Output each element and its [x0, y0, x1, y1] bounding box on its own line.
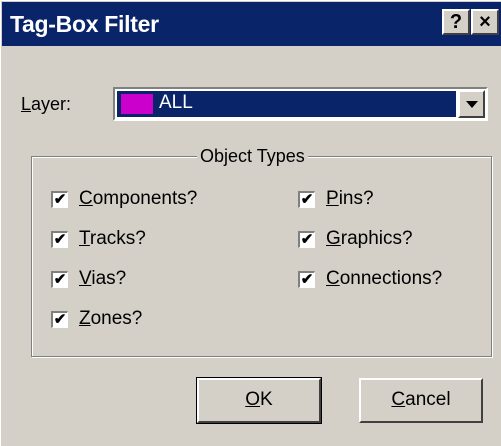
ok-button[interactable]: OK — [196, 377, 322, 424]
zones-label: Zones? — [79, 308, 143, 329]
checkbox-box[interactable]: ✔ — [298, 271, 315, 288]
layer-value-text: ALL — [159, 92, 193, 113]
vias-label: Vias? — [79, 268, 127, 289]
connections-label: Connections? — [326, 268, 443, 289]
graphics-label: Graphics? — [326, 228, 413, 249]
components-label: Components? — [79, 188, 198, 209]
tag-box-filter-dialog: Tag-Box Filter ? × Layer: ALL Object Typ… — [0, 0, 501, 446]
close-button[interactable]: × — [471, 9, 499, 35]
cancel-button[interactable]: Cancel — [359, 378, 483, 423]
layer-label: Layer: — [21, 94, 71, 115]
layer-label-rest: ayer: — [31, 94, 72, 114]
chevron-down-icon — [466, 101, 478, 108]
help-button[interactable]: ? — [442, 9, 470, 35]
layer-selected-value: ALL — [117, 91, 456, 117]
checkbox-box[interactable]: ✔ — [298, 231, 315, 248]
checkbox-box[interactable]: ✔ — [51, 271, 68, 288]
pins-label: Pins? — [326, 188, 374, 209]
checkbox-box[interactable]: ✔ — [51, 231, 68, 248]
window-title: Tag-Box Filter — [10, 11, 159, 37]
checkbox-box[interactable]: ✔ — [298, 191, 315, 208]
tracks-label: Tracks? — [79, 228, 146, 249]
checkbox-box[interactable]: ✔ — [51, 311, 68, 328]
checkbox-box[interactable]: ✔ — [51, 191, 68, 208]
layer-dropdown-button[interactable] — [458, 90, 485, 118]
cancel-rest: ancel — [405, 389, 451, 410]
layer-label-mnemonic: L — [21, 94, 32, 114]
object-types-legend: Object Types — [197, 146, 308, 167]
title-bar[interactable]: Tag-Box Filter ? × — [2, 2, 501, 46]
ok-rest: K — [260, 389, 273, 410]
cancel-mnemonic: C — [391, 389, 406, 410]
layer-color-swatch — [121, 94, 153, 114]
layer-select[interactable]: ALL — [113, 87, 488, 121]
ok-mnemonic: O — [245, 389, 261, 410]
